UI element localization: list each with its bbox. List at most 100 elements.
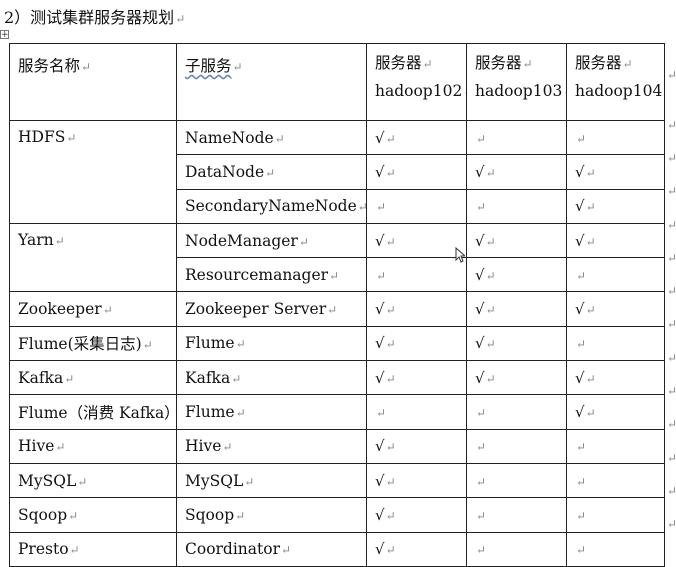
header-server-label: 服务器 (475, 54, 522, 72)
row-end-mark-icon: ↵ (667, 417, 676, 432)
sub-service-cell[interactable]: Coordinator↵ (176, 531, 367, 567)
assignment-cell-h103[interactable]: √↵ (466, 154, 567, 190)
assignment-cell-h104[interactable]: ↵ (566, 497, 665, 533)
assignment-cell-h102[interactable]: √↵ (366, 119, 467, 156)
assignment-cell-h104[interactable]: ↵ (566, 325, 665, 362)
assignment-cell-h102[interactable]: ↵ (366, 394, 467, 430)
service-name-text: MySQL (18, 471, 77, 490)
row-end-mark-icon: ↵ (667, 483, 676, 498)
table-move-handle-icon[interactable]: + (0, 30, 9, 40)
assignment-cell-h103[interactable]: √↵ (466, 325, 567, 362)
assignment-cell-h103[interactable]: √↵ (466, 222, 567, 259)
service-name-cell[interactable]: Flume(采集日志)↵ (9, 325, 177, 362)
assignment-cell-h102[interactable]: √↵ (366, 497, 467, 533)
paragraph-mark-icon: ↵ (385, 337, 396, 352)
assignment-cell-h103[interactable]: ↵ (466, 188, 567, 224)
assignment-cell-h103[interactable]: ↵ (466, 394, 567, 430)
service-name-text: Yarn (18, 230, 54, 249)
header-server-hadoop104[interactable]: 服务器↵hadoop104↵ (566, 43, 665, 121)
sub-service-cell[interactable]: Sqoop↵ (176, 497, 367, 533)
row-end-mark-icon: ↵ (667, 350, 676, 365)
assignment-cell-h103[interactable]: ↵ (466, 119, 567, 156)
assignment-cell-h104[interactable]: ↵ (566, 428, 665, 464)
service-name-text: HDFS (18, 128, 66, 146)
service-name-text: Sqoop (18, 505, 68, 524)
assignment-cell-h103[interactable]: ↵ (466, 462, 567, 499)
sub-service-cell[interactable]: NodeManager↵ (176, 222, 367, 259)
service-name-cell[interactable]: MySQL↵ (9, 462, 177, 499)
sub-service-cell[interactable]: NameNode↵ (176, 119, 367, 156)
header-sub-service[interactable]: 子服务↵ (176, 43, 367, 121)
assignment-cell-h104[interactable]: ↵ (566, 462, 665, 499)
assignment-cell-h103[interactable]: √↵ (466, 291, 567, 327)
paragraph-mark-icon: ↵ (54, 233, 65, 248)
sub-service-cell[interactable]: SecondaryNameNode↵ (176, 188, 367, 224)
service-name-cell[interactable]: Hive↵ (9, 428, 177, 464)
service-name-cell[interactable]: Sqoop↵ (9, 497, 177, 533)
sub-service-cell[interactable]: Kafka↵ (176, 360, 367, 396)
assignment-cell-h102[interactable]: √↵ (366, 462, 467, 499)
paragraph-mark-icon: ↵ (244, 474, 255, 489)
table-row: Sqoop↵ Sqoop↵ √↵ ↵ ↵ (9, 497, 665, 533)
service-name-text: Flume（消费 Kafka） (18, 404, 177, 423)
header-server-hadoop102[interactable]: 服务器↵hadoop102↵ (366, 43, 467, 121)
service-name-cell[interactable]: Flume（消费 Kafka）↵ (9, 394, 177, 430)
paragraph-mark-icon: ↵ (385, 234, 396, 249)
header-service-name[interactable]: 服务名称↵ (9, 43, 177, 121)
assignment-cell-h103[interactable]: √↵ (466, 360, 567, 396)
check-mark-icon: √ (375, 540, 385, 559)
assignment-cell-h102[interactable]: √↵ (366, 154, 467, 190)
sub-service-cell[interactable]: Hive↵ (176, 428, 367, 464)
paragraph-mark-icon: ↵ (522, 57, 533, 71)
paragraph-mark-icon: ↵ (485, 371, 496, 386)
assignment-cell-h102[interactable]: √↵ (366, 360, 467, 396)
assignment-cell-h104[interactable]: ↵ (566, 531, 665, 567)
assignment-cell-h103[interactable]: ↵ (466, 497, 567, 533)
header-server-hadoop103[interactable]: 服务器↵hadoop103↵ (466, 43, 567, 121)
table-row: Flume（消费 Kafka）↵Flume↵↵↵√↵ (9, 394, 665, 430)
service-name-cell[interactable]: Kafka↵ (9, 360, 177, 396)
paragraph-mark-icon: ↵ (585, 165, 596, 180)
check-mark-icon: √ (575, 403, 585, 422)
sub-service-cell[interactable]: MySQL↵ (176, 462, 367, 499)
assignment-cell-h104[interactable]: √↵ (566, 222, 665, 259)
row-end-mark-icon: ↵ (667, 117, 676, 132)
assignment-cell-h104[interactable]: ↵ (566, 119, 665, 156)
assignment-cell-h104[interactable]: √↵ (566, 154, 665, 190)
assignment-cell-h102[interactable]: ↵ (366, 188, 467, 224)
assignment-cell-h102[interactable]: √↵ (366, 222, 467, 259)
check-mark-icon: √ (475, 265, 485, 284)
service-name-cell[interactable]: Zookeeper↵ (9, 291, 177, 327)
table-row: MySQL↵ MySQL↵ √↵ ↵ ↵ (9, 462, 665, 499)
assignment-cell-h103[interactable]: ↵ (466, 428, 567, 464)
sub-service-cell[interactable]: Resourcemanager↵ (176, 257, 367, 293)
assignment-cell-h103[interactable]: √↵ (466, 257, 567, 293)
sub-service-cell[interactable]: Zookeeper Server↵ (176, 291, 367, 327)
sub-service-text: Flume (185, 334, 235, 353)
paragraph-mark-icon: ↵ (663, 85, 664, 99)
assignment-cell-h103[interactable]: ↵ (466, 531, 567, 567)
row-end-mark-icon: ↵ (667, 517, 676, 532)
service-name-cell[interactable]: Presto↵ (9, 531, 177, 567)
assignment-cell-h102[interactable]: √↵ (366, 428, 467, 464)
assignment-cell-h104[interactable]: √↵ (566, 291, 665, 327)
paragraph-mark-icon: ↵ (585, 200, 596, 215)
table-row: Flume(采集日志)↵ Flume↵ √↵ √↵ ↵ (9, 325, 665, 362)
assignment-cell-h104[interactable]: √↵ (566, 188, 665, 224)
assignment-cell-h102[interactable]: √↵ (366, 531, 467, 567)
sub-service-cell[interactable]: DataNode↵ (176, 154, 367, 190)
paragraph-mark-icon: ↵ (485, 268, 496, 283)
check-mark-icon: √ (575, 231, 585, 250)
sub-service-cell[interactable]: Flume↵ (176, 325, 367, 362)
assignment-cell-h104[interactable]: √↵ (566, 360, 665, 396)
sub-service-text: Zookeeper Server (185, 300, 327, 319)
paragraph-mark-icon: ↵ (385, 303, 396, 318)
assignment-cell-h102[interactable]: √↵ (366, 291, 467, 327)
assignment-cell-h104[interactable]: √↵ (566, 394, 665, 430)
service-name-cell[interactable]: Yarn↵ (9, 222, 177, 293)
assignment-cell-h102[interactable]: ↵ (366, 257, 467, 293)
assignment-cell-h102[interactable]: √↵ (366, 325, 467, 362)
assignment-cell-h104[interactable]: ↵ (566, 257, 665, 293)
sub-service-cell[interactable]: Flume↵ (176, 394, 367, 430)
service-name-cell[interactable]: HDFS↵ (9, 120, 177, 224)
